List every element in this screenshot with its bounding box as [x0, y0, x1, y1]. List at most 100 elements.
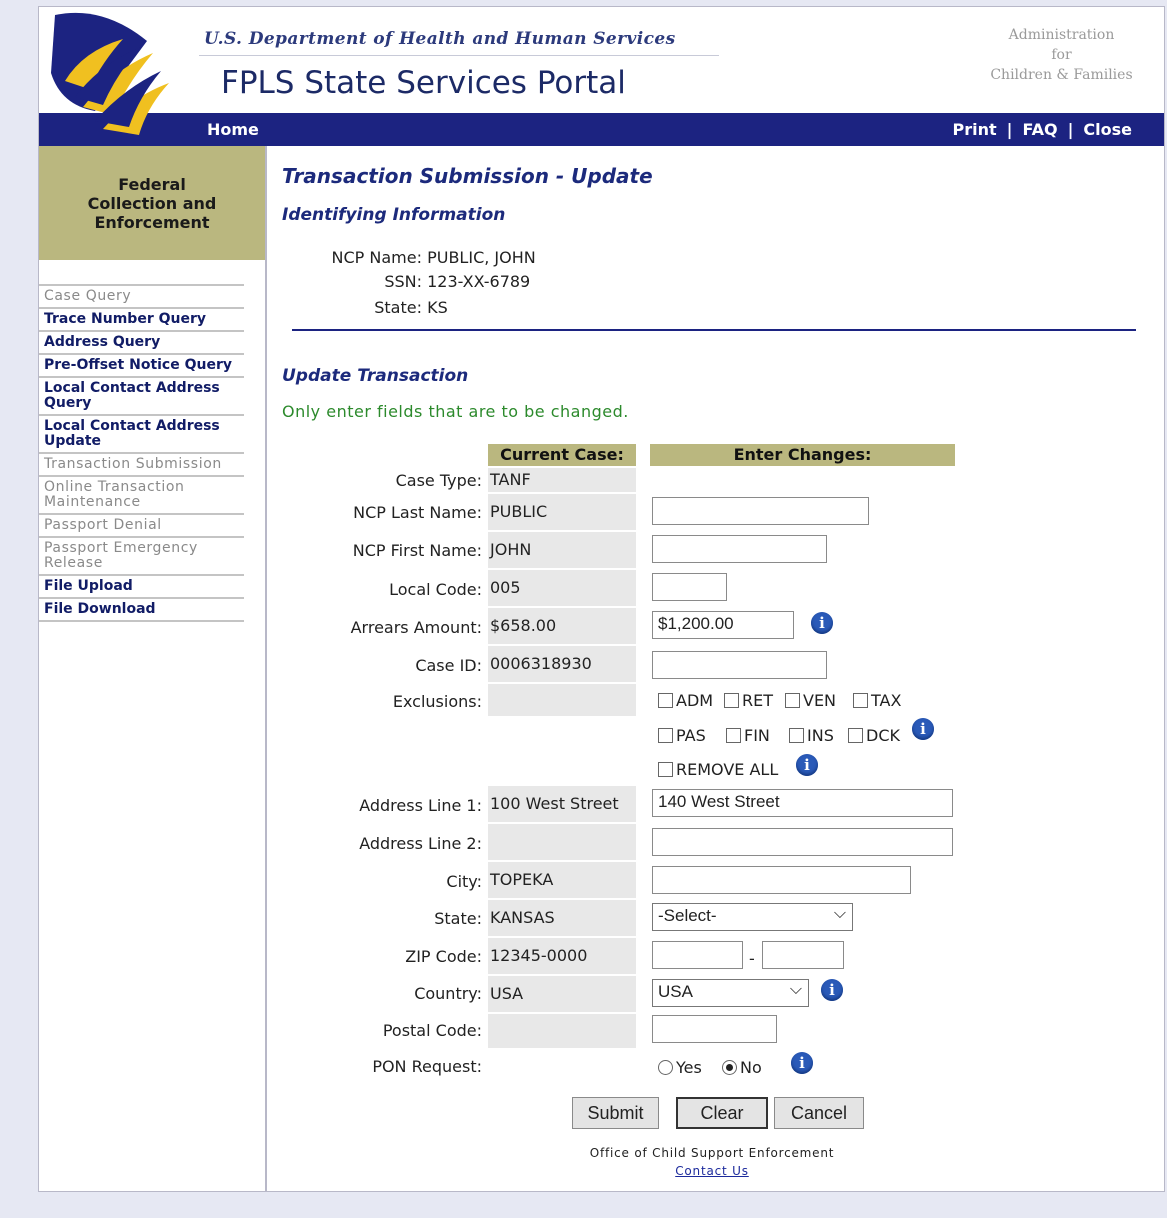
first-name-input[interactable]	[652, 535, 827, 563]
postal-code-input[interactable]	[652, 1015, 777, 1043]
remove-all-info-icon[interactable]: i	[796, 754, 818, 776]
nav-right-links: Print | FAQ | Close	[953, 120, 1133, 139]
zip-input[interactable]	[652, 941, 743, 969]
sidebar-menu: Case Query Trace Number Query Address Qu…	[39, 284, 244, 622]
submit-button[interactable]: Submit	[572, 1097, 659, 1129]
footer-org: Office of Child Support Enforcement	[589, 1146, 835, 1160]
sidebar-item-file-upload[interactable]: File Upload	[39, 574, 244, 597]
exclusion-ins[interactable]: INS	[789, 726, 834, 745]
nav-print-link[interactable]: Print	[953, 120, 997, 139]
pon-info-icon[interactable]: i	[791, 1052, 813, 1074]
zip-current: 12345-0000	[488, 938, 636, 974]
sidebar-heading-line: Enforcement	[94, 212, 210, 232]
exclusion-fin[interactable]: FIN	[726, 726, 770, 745]
sidebar-item-local-contact-address-update[interactable]: Local Contact Address Update	[39, 414, 244, 452]
acf-label: Administration for Children & Families	[989, 25, 1134, 85]
local-code-input[interactable]	[652, 573, 727, 601]
checkbox[interactable]	[724, 693, 739, 708]
pon-no-label: No	[740, 1058, 762, 1077]
sidebar-item-file-download[interactable]: File Download	[39, 597, 244, 622]
city-input[interactable]	[652, 866, 911, 894]
enter-changes-header: Enter Changes:	[650, 444, 955, 466]
sidebar-item-trace-number-query[interactable]: Trace Number Query	[39, 307, 244, 330]
state-current: KANSAS	[488, 900, 636, 936]
case-id-current: 0006318930	[488, 646, 636, 682]
checkbox[interactable]	[658, 728, 673, 743]
arrears-input[interactable]: $1,200.00	[652, 611, 794, 639]
state-select[interactable]: -Select- ⌵	[652, 903, 853, 931]
pon-no-radio[interactable]: No	[722, 1058, 762, 1077]
section-divider	[292, 329, 1136, 331]
sidebar-item-address-query[interactable]: Address Query	[39, 330, 244, 353]
ncp-name-value: PUBLIC, JOHN	[427, 248, 536, 267]
zip-label: ZIP Code:	[405, 947, 482, 966]
checkbox[interactable]	[726, 728, 741, 743]
chevron-down-icon: ⌵	[789, 981, 802, 998]
department-title: U.S. Department of Health and Human Serv…	[204, 29, 676, 49]
exclusion-ret[interactable]: RET	[724, 691, 773, 710]
acf-line: for	[1051, 47, 1072, 63]
checkbox[interactable]	[785, 693, 800, 708]
nav-separator: |	[1006, 120, 1013, 139]
exclusion-remove-all[interactable]: REMOVE ALL	[658, 760, 778, 779]
local-code-current: 005	[488, 570, 636, 606]
exclusion-ven[interactable]: VEN	[785, 691, 836, 710]
arrears-current: $658.00	[488, 608, 636, 644]
portal-title: FPLS State Services Portal	[221, 65, 626, 101]
sidebar-item-transaction-submission: Transaction Submission	[39, 452, 244, 475]
pon-request-label: PON Request:	[372, 1057, 482, 1076]
country-info-icon[interactable]: i	[821, 979, 843, 1001]
address1-label: Address Line 1:	[359, 796, 482, 815]
cancel-button[interactable]: Cancel	[774, 1097, 864, 1129]
title-rule	[199, 55, 719, 56]
exclusion-label: VEN	[803, 691, 837, 710]
exclusion-pas[interactable]: PAS	[658, 726, 706, 745]
nav-home-link[interactable]: Home	[207, 120, 259, 139]
nav-close-link[interactable]: Close	[1083, 120, 1132, 139]
contact-us-link[interactable]: Contact Us	[282, 1164, 1142, 1178]
ssn-label: SSN:	[384, 272, 422, 291]
exclusion-tax[interactable]: TAX	[853, 691, 901, 710]
exclusion-label: PAS	[676, 726, 706, 745]
page-title: Transaction Submission - Update	[282, 164, 653, 188]
country-select[interactable]: USA ⌵	[652, 979, 809, 1007]
sidebar-item-pre-offset-notice-query[interactable]: Pre-Offset Notice Query	[39, 353, 244, 376]
country-select-value: USA	[658, 982, 693, 1001]
pon-yes-radio[interactable]: Yes	[658, 1058, 702, 1077]
sidebar-item-online-transaction-maintenance: Online Transaction Maintenance	[39, 475, 244, 513]
address2-input[interactable]	[652, 828, 953, 856]
last-name-input[interactable]	[652, 497, 869, 525]
exclusion-dck[interactable]: DCK	[848, 726, 900, 745]
id-row-ssn: SSN: 123-XX-6789	[292, 272, 530, 291]
radio-button[interactable]	[658, 1060, 673, 1075]
checkbox[interactable]	[848, 728, 863, 743]
zip-extension-input[interactable]	[762, 941, 844, 969]
acf-line: Administration	[1008, 27, 1115, 43]
exclusion-label: DCK	[866, 726, 900, 745]
exclusions-info-icon[interactable]: i	[912, 718, 934, 740]
arrears-info-icon[interactable]: i	[811, 612, 833, 634]
exclusion-label: RET	[742, 691, 773, 710]
zip-dash: -	[749, 949, 755, 968]
exclusion-label: INS	[807, 726, 834, 745]
checkbox[interactable]	[789, 728, 804, 743]
address1-current: 100 West Street	[488, 786, 636, 822]
hhs-eagle-logo	[51, 12, 169, 135]
case-id-input[interactable]	[652, 651, 827, 679]
checkbox[interactable]	[658, 693, 673, 708]
checkbox[interactable]	[853, 693, 868, 708]
remove-all-label: REMOVE ALL	[676, 760, 779, 779]
clear-button[interactable]: Clear	[676, 1097, 768, 1129]
local-code-label: Local Code:	[389, 580, 482, 599]
sidebar-item-local-contact-address-query[interactable]: Local Contact Address Query	[39, 376, 244, 414]
address1-input[interactable]: 140 West Street	[652, 789, 953, 817]
nav-faq-link[interactable]: FAQ	[1022, 120, 1057, 139]
exclusion-adm[interactable]: ADM	[658, 691, 713, 710]
state-select-value: -Select-	[658, 906, 717, 925]
checkbox[interactable]	[658, 762, 673, 777]
sidebar-item-passport-denial: Passport Denial	[39, 513, 244, 536]
postal-code-current	[488, 1014, 636, 1048]
address2-label: Address Line 2:	[359, 834, 482, 853]
radio-button[interactable]	[722, 1060, 737, 1075]
exclusions-current	[488, 684, 636, 716]
